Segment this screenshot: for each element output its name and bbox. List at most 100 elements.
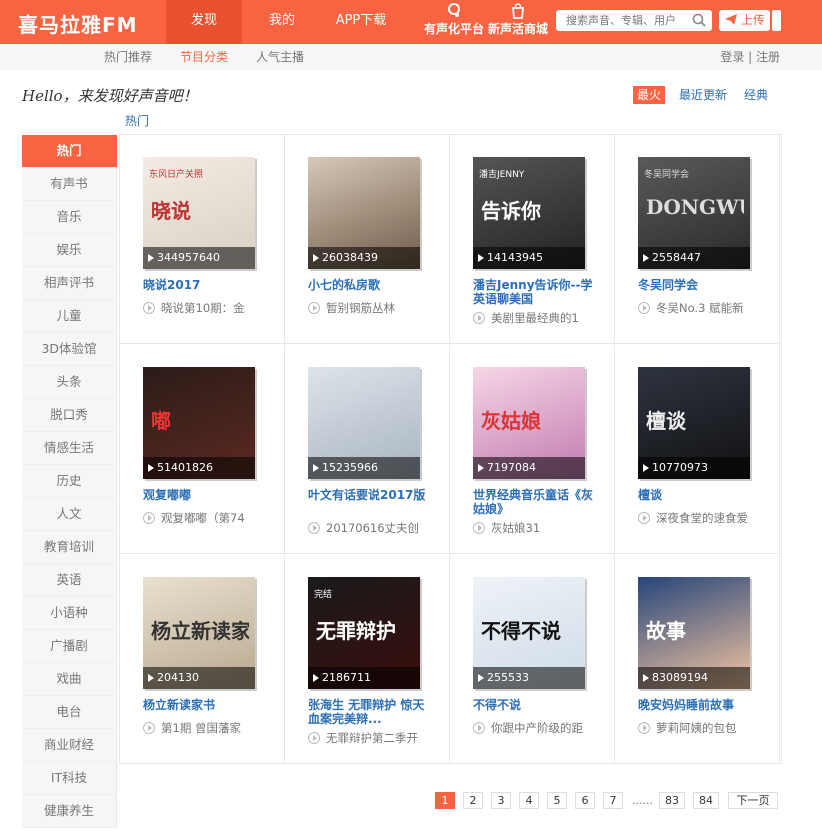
- category-item[interactable]: 脱口秀: [22, 399, 117, 432]
- page-button[interactable]: 6: [575, 792, 595, 809]
- album-card[interactable]: 26038439 小七的私房歌 暂别钢筋丛林: [285, 135, 450, 344]
- album-card[interactable]: 故事 83089194 晚安妈妈睡前故事 萝莉阿姨的包包: [615, 555, 780, 764]
- album-cover[interactable]: 灰姑娘 7197084: [473, 367, 585, 479]
- nav-discover[interactable]: 发现: [166, 0, 242, 44]
- category-item[interactable]: 3D体验馆: [22, 333, 117, 366]
- search-icon[interactable]: [692, 13, 706, 27]
- category-item[interactable]: 健康养生: [22, 795, 117, 828]
- subnav-anchors[interactable]: 人气主播: [256, 44, 304, 70]
- category-item[interactable]: 商业财经: [22, 729, 117, 762]
- latest-episode[interactable]: 美剧里最经典的1: [473, 311, 608, 325]
- nav-mall[interactable]: 新声活商城: [486, 0, 550, 44]
- category-item[interactable]: 音乐: [22, 201, 117, 234]
- category-item[interactable]: 小语种: [22, 597, 117, 630]
- play-circle-icon[interactable]: [143, 512, 155, 524]
- category-item[interactable]: 头条: [22, 366, 117, 399]
- album-card[interactable]: 不得不说 255533 不得不说你跟中产阶级的距: [450, 555, 615, 764]
- category-item[interactable]: 人文: [22, 498, 117, 531]
- album-cover[interactable]: 故事 83089194: [638, 577, 750, 689]
- album-card[interactable]: 嘟 51401826 观复嘟嘟观复嘟嘟（第74: [120, 345, 285, 554]
- play-circle-icon[interactable]: [638, 302, 650, 314]
- album-card[interactable]: 杨立新读家书 204130 杨立新读家书第1期 曾国藩家: [120, 555, 285, 764]
- latest-episode[interactable]: 20170616丈夫创: [308, 521, 443, 535]
- album-title[interactable]: 不得不说: [473, 698, 598, 712]
- upload-dropdown[interactable]: [772, 10, 781, 31]
- category-item[interactable]: 历史: [22, 465, 117, 498]
- page-button[interactable]: 83: [659, 792, 685, 809]
- category-item[interactable]: 电台: [22, 696, 117, 729]
- category-item[interactable]: 情感生活: [22, 432, 117, 465]
- page-button[interactable]: 84: [693, 792, 719, 809]
- category-item[interactable]: 戏曲: [22, 663, 117, 696]
- sort-recent[interactable]: 最近更新: [676, 86, 730, 104]
- nav-app-download[interactable]: APP下载: [322, 0, 400, 44]
- upload-button[interactable]: 上传: [719, 10, 770, 31]
- album-title[interactable]: 檀谈: [638, 488, 763, 502]
- album-card[interactable]: 灰姑娘 7197084 世界经典音乐童话《灰姑娘》灰姑娘31: [450, 345, 615, 554]
- play-circle-icon[interactable]: [473, 312, 485, 324]
- album-cover[interactable]: 东风日产关照 晓说 344957640: [143, 157, 255, 269]
- album-card[interactable]: 檀谈 10770973 檀谈深夜食堂的速食爱: [615, 345, 780, 554]
- latest-episode[interactable]: 第1期 曾国藩家: [143, 721, 278, 735]
- album-card[interactable]: 完结 无罪辩护 2186711 张海生 无罪辩护 惊天血案完美辩... 无罪辩护第二季开: [285, 555, 450, 764]
- album-title[interactable]: 观复嘟嘟: [143, 488, 268, 502]
- subnav-category[interactable]: 节目分类: [180, 44, 228, 70]
- album-cover[interactable]: 完结 无罪辩护 2186711: [308, 577, 420, 689]
- subnav-hot[interactable]: 热门推荐: [104, 44, 152, 70]
- page-button[interactable]: 2: [463, 792, 483, 809]
- search-box[interactable]: [556, 10, 712, 31]
- album-cover[interactable]: 15235966: [308, 367, 420, 479]
- latest-episode[interactable]: 晓说第10期：金: [143, 301, 278, 315]
- play-circle-icon[interactable]: [143, 302, 155, 314]
- album-title[interactable]: 晚安妈妈睡前故事: [638, 698, 763, 712]
- logo[interactable]: 喜马拉雅FM: [18, 9, 138, 38]
- page-button[interactable]: 3: [491, 792, 511, 809]
- play-circle-icon[interactable]: [308, 302, 320, 314]
- category-item[interactable]: 相声评书: [22, 267, 117, 300]
- album-title[interactable]: 张海生 无罪辩护 惊天血案完美辩...: [308, 698, 433, 726]
- page-button[interactable]: 5: [547, 792, 567, 809]
- album-cover[interactable]: 冬吴同学会 DONGWU 2558447: [638, 157, 750, 269]
- play-circle-icon[interactable]: [638, 722, 650, 734]
- play-circle-icon[interactable]: [308, 732, 320, 744]
- latest-episode[interactable]: 你跟中产阶级的距: [473, 721, 608, 735]
- latest-episode[interactable]: 冬吴No.3 赋能新: [638, 301, 773, 315]
- page-button[interactable]: 1: [435, 792, 455, 809]
- album-title[interactable]: 潘吉Jenny告诉你--学英语聊美国: [473, 278, 598, 306]
- album-title[interactable]: 杨立新读家书: [143, 698, 268, 712]
- category-item[interactable]: 儿童: [22, 300, 117, 333]
- album-cover[interactable]: 潘吉JENNY 告诉你 14143945: [473, 157, 585, 269]
- category-item[interactable]: 广播剧: [22, 630, 117, 663]
- sort-classic[interactable]: 经典: [740, 86, 772, 104]
- page-button[interactable]: 7: [603, 792, 623, 809]
- latest-episode[interactable]: 灰姑娘31: [473, 521, 608, 535]
- category-item[interactable]: 英语: [22, 564, 117, 597]
- latest-episode[interactable]: 无罪辩护第二季开: [308, 731, 443, 745]
- album-title[interactable]: 叶文有话要说2017版: [308, 488, 433, 502]
- album-cover[interactable]: 不得不说 255533: [473, 577, 585, 689]
- album-card[interactable]: 冬吴同学会 DONGWU 2558447 冬吴同学会冬吴No.3 赋能新: [615, 135, 780, 344]
- login-register-link[interactable]: 登录 | 注册: [720, 44, 780, 70]
- latest-episode[interactable]: 深夜食堂的速食爱: [638, 511, 773, 525]
- play-circle-icon[interactable]: [638, 512, 650, 524]
- page-button[interactable]: 4: [519, 792, 539, 809]
- category-item[interactable]: 有声书: [22, 168, 117, 201]
- latest-episode[interactable]: 观复嘟嘟（第74: [143, 511, 278, 525]
- album-title[interactable]: 冬吴同学会: [638, 278, 763, 292]
- play-circle-icon[interactable]: [143, 722, 155, 734]
- next-page-button[interactable]: 下一页: [728, 792, 778, 809]
- latest-episode[interactable]: 萝莉阿姨的包包: [638, 721, 773, 735]
- album-card[interactable]: 15235966 叶文有话要说2017版 20170616丈夫创: [285, 345, 450, 554]
- category-item[interactable]: IT科技: [22, 762, 117, 795]
- album-cover[interactable]: 檀谈 10770973: [638, 367, 750, 479]
- album-title[interactable]: 晓说2017: [143, 278, 268, 292]
- album-title[interactable]: 小七的私房歌: [308, 278, 433, 292]
- album-cover[interactable]: 26038439: [308, 157, 420, 269]
- album-title[interactable]: 世界经典音乐童话《灰姑娘》: [473, 488, 598, 516]
- play-circle-icon[interactable]: [473, 522, 485, 534]
- album-cover[interactable]: 嘟 51401826: [143, 367, 255, 479]
- nav-platform[interactable]: 有声化平台: [421, 0, 487, 44]
- category-item[interactable]: 热门: [22, 135, 117, 168]
- play-circle-icon[interactable]: [308, 522, 320, 534]
- sort-hottest[interactable]: 最火: [633, 86, 665, 104]
